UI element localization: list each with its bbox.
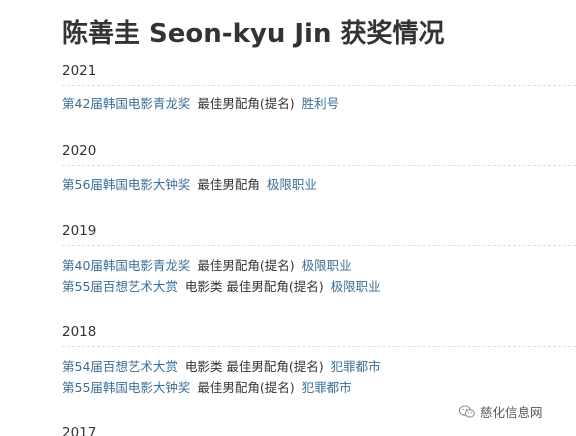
year-heading: 2021 — [62, 63, 97, 79]
film-link[interactable]: 极限职业 — [331, 279, 381, 294]
award-link[interactable]: 第55届百想艺术大赏 — [62, 279, 178, 294]
year-section-2021: 2021 第42届韩国电影青龙奖 最佳男配角(提名) 胜利号 — [62, 61, 576, 111]
page-title: 陈善圭 Seon-kyu Jin 获奖情况 — [62, 19, 445, 49]
award-row: 第42届韩国电影青龙奖 最佳男配角(提名) 胜利号 — [62, 96, 339, 112]
watermark: 慈化信息网 — [458, 402, 543, 421]
award-link[interactable]: 第54届百想艺术大赏 — [62, 359, 178, 374]
year-heading: 2019 — [62, 223, 97, 239]
year-heading: 2020 — [62, 143, 97, 159]
award-category: 最佳男配角(提名) — [197, 96, 295, 111]
award-row: 第56届韩国电影大钟奖 最佳男配角 极限职业 — [62, 177, 317, 193]
film-link[interactable]: 犯罪都市 — [331, 359, 381, 374]
film-link[interactable]: 胜利号 — [302, 96, 340, 111]
award-category: 最佳男配角(提名) — [197, 380, 295, 395]
award-row: 第55届百想艺术大赏 电影类 最佳男配角(提名) 极限职业 — [62, 279, 381, 295]
award-category: 最佳男配角(提名) — [197, 258, 295, 273]
year-divider — [62, 245, 576, 246]
film-link[interactable]: 极限职业 — [267, 177, 317, 192]
year-divider — [62, 85, 576, 86]
year-divider — [62, 165, 576, 166]
watermark-text: 慈化信息网 — [480, 405, 543, 420]
year-section-2020: 2020 第56届韩国电影大钟奖 最佳男配角 极限职业 — [62, 141, 576, 192]
award-row: 第55届韩国电影大钟奖 最佳男配角(提名) 犯罪都市 — [62, 380, 352, 396]
award-category: 最佳男配角 — [197, 177, 260, 192]
award-row: 第40届韩国电影青龙奖 最佳男配角(提名) 极限职业 — [62, 258, 352, 274]
year-section-2018: 2018 第54届百想艺术大赏 电影类 最佳男配角(提名) 犯罪都市 第55届韩国电… — [62, 322, 576, 395]
year-section-2019: 2019 第40届韩国电影青龙奖 最佳男配角(提名) 极限职业 第55届百想艺术大赏… — [62, 221, 576, 294]
award-link[interactable]: 第55届韩国电影大钟奖 — [62, 380, 190, 395]
film-link[interactable]: 犯罪都市 — [302, 380, 352, 395]
year-heading: 2018 — [62, 324, 97, 340]
year-divider — [62, 346, 576, 347]
year-section-2017: 2017 — [62, 423, 576, 436]
award-link[interactable]: 第42届韩国电影青龙奖 — [62, 96, 190, 111]
award-category: 电影类 最佳男配角(提名) — [184, 279, 324, 294]
award-link[interactable]: 第56届韩国电影大钟奖 — [62, 177, 190, 192]
film-link[interactable]: 极限职业 — [302, 258, 352, 273]
award-row: 第54届百想艺术大赏 电影类 最佳男配角(提名) 犯罪都市 — [62, 359, 381, 375]
award-link[interactable]: 第40届韩国电影青龙奖 — [62, 258, 190, 273]
award-category: 电影类 最佳男配角(提名) — [184, 359, 324, 374]
wechat-icon — [458, 405, 475, 418]
year-heading: 2017 — [62, 425, 97, 436]
